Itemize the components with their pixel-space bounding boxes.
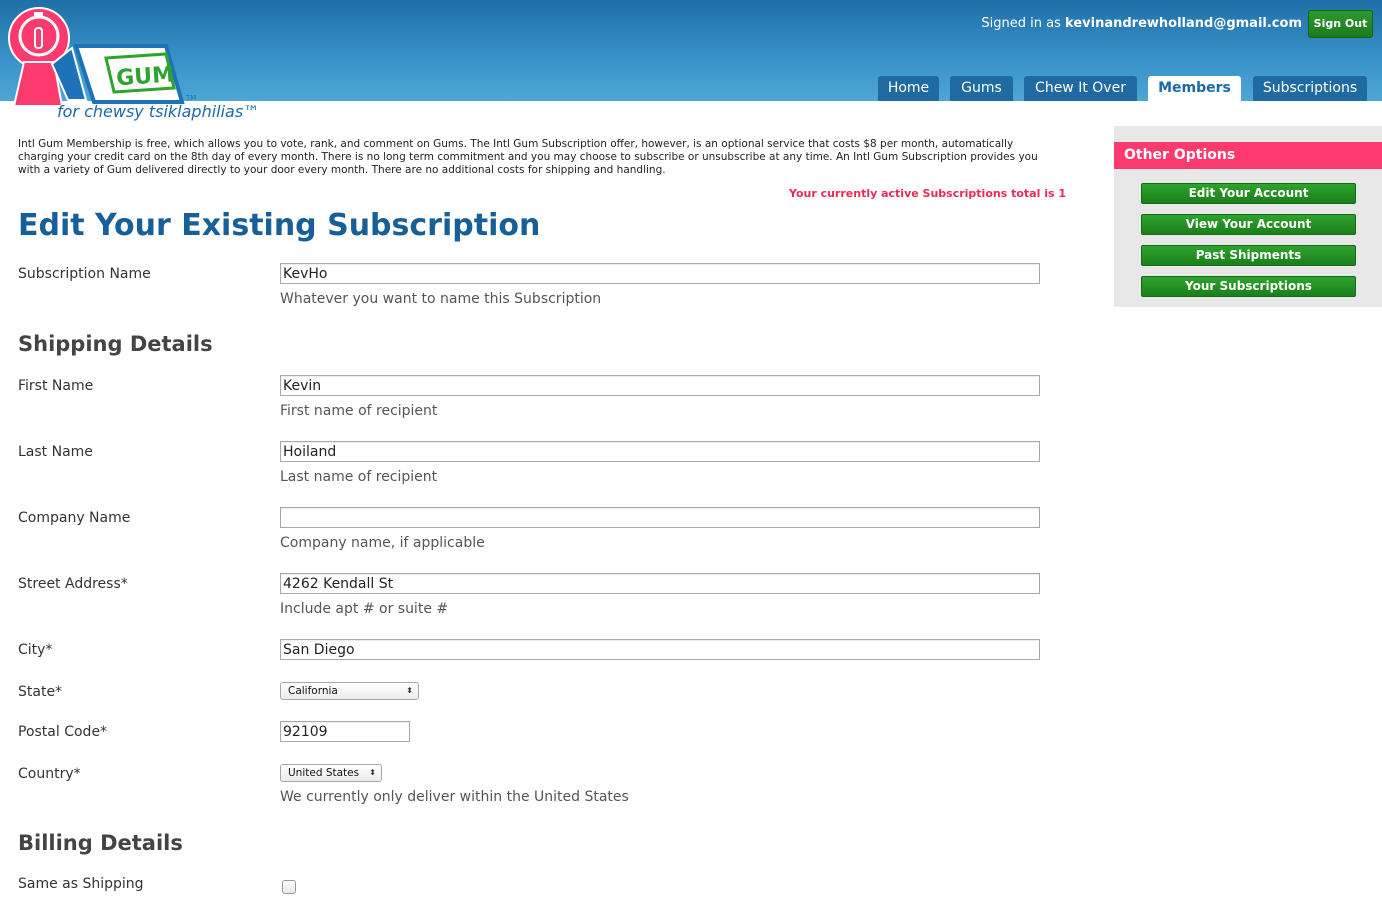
state-select-value: California bbox=[288, 685, 338, 697]
billing-section-title: Billing Details bbox=[18, 831, 183, 855]
your-subscriptions-button[interactable]: Your Subscriptions bbox=[1141, 276, 1356, 297]
page-title: Edit Your Existing Subscription bbox=[18, 208, 541, 243]
country-label: Country* bbox=[18, 766, 81, 782]
site-tagline: for chewsy tsiklaphilias™ bbox=[57, 102, 260, 121]
tab-subscriptions[interactable]: Subscriptions bbox=[1253, 76, 1367, 101]
same-as-shipping-checkbox[interactable] bbox=[282, 880, 296, 894]
country-help: We currently only deliver within the Uni… bbox=[280, 789, 629, 805]
tab-home[interactable]: Home bbox=[878, 76, 939, 101]
street-address-input[interactable] bbox=[280, 573, 1040, 594]
same-as-shipping-label: Same as Shipping bbox=[18, 876, 144, 892]
company-name-input[interactable] bbox=[280, 507, 1040, 528]
subscription-name-help: Whatever you want to name this Subscript… bbox=[280, 291, 602, 307]
city-input[interactable] bbox=[280, 639, 1040, 660]
tab-gums[interactable]: Gums bbox=[950, 76, 1013, 101]
membership-intro-text: Intl Gum Membership is free, which allow… bbox=[18, 138, 1038, 176]
tab-members[interactable]: Members bbox=[1148, 76, 1241, 101]
user-email: kevinandrewholland@gmail.com bbox=[1065, 16, 1302, 31]
view-account-button[interactable]: View Your Account bbox=[1141, 214, 1356, 235]
last-name-input[interactable] bbox=[280, 441, 1040, 462]
edit-account-button[interactable]: Edit Your Account bbox=[1141, 183, 1356, 204]
postal-code-label: Postal Code* bbox=[18, 724, 108, 740]
logo-trademark: TM bbox=[185, 94, 196, 102]
select-arrows-icon: ⬍ bbox=[369, 768, 376, 777]
logo-wordmark: GUM bbox=[115, 62, 174, 91]
country-select[interactable]: United States ⬍ bbox=[280, 764, 382, 782]
active-subscriptions-notice: Your currently active Subscriptions tota… bbox=[788, 187, 1066, 200]
city-label: City* bbox=[18, 642, 53, 658]
subscription-name-label: Subscription Name bbox=[18, 266, 151, 282]
tab-chew-it-over[interactable]: Chew It Over bbox=[1024, 76, 1137, 101]
signed-in-status: Signed in as kevinandrewholland@gmail.co… bbox=[981, 16, 1302, 31]
company-name-label: Company Name bbox=[18, 510, 131, 526]
postal-code-input[interactable] bbox=[280, 721, 410, 742]
other-options-title: Other Options bbox=[1114, 142, 1382, 169]
last-name-help: Last name of recipient bbox=[280, 469, 438, 485]
country-select-value: United States bbox=[288, 767, 360, 779]
first-name-input[interactable] bbox=[280, 375, 1040, 396]
sign-out-button[interactable]: Sign Out bbox=[1308, 10, 1373, 38]
state-label: State* bbox=[18, 684, 63, 700]
street-address-label: Street Address* bbox=[18, 576, 128, 592]
signed-in-prefix: Signed in as bbox=[981, 16, 1061, 31]
first-name-help: First name of recipient bbox=[280, 403, 438, 419]
last-name-label: Last Name bbox=[18, 444, 93, 460]
company-name-help: Company name, if applicable bbox=[280, 535, 485, 551]
state-select[interactable]: California ⬍ bbox=[280, 682, 419, 700]
shipping-section-title: Shipping Details bbox=[18, 332, 213, 356]
first-name-label: First Name bbox=[18, 378, 94, 394]
past-shipments-button[interactable]: Past Shipments bbox=[1141, 245, 1356, 266]
subscription-name-input[interactable] bbox=[280, 263, 1040, 284]
select-arrows-icon: ⬍ bbox=[406, 686, 413, 695]
street-address-help: Include apt # or suite # bbox=[280, 601, 449, 617]
